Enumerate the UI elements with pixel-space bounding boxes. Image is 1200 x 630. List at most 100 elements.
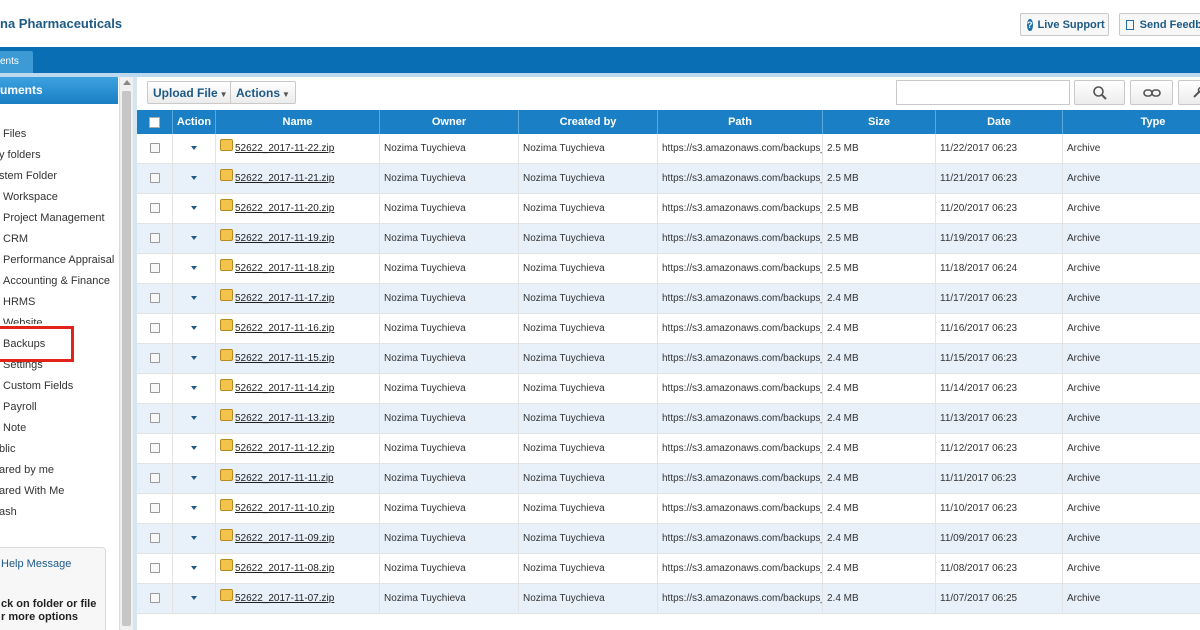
- scrollbar-thumb[interactable]: [122, 91, 131, 626]
- table-row[interactable]: 52622_2017-11-09.zip Nozima Tuychieva Nozi…: [137, 524, 1200, 554]
- tree-item-payroll[interactable]: Payroll: [3, 398, 37, 418]
- table-row[interactable]: 52622_2017-11-15.zip Nozima Tuychieva Nozi…: [137, 344, 1200, 374]
- settings-button[interactable]: [1178, 80, 1200, 105]
- file-name-link[interactable]: 52622_2017-11-21.zip: [235, 173, 334, 184]
- column-header-path[interactable]: Path: [658, 110, 823, 134]
- file-name-link[interactable]: 52622_2017-11-16.zip: [235, 323, 334, 334]
- row-checkbox[interactable]: [149, 263, 160, 274]
- table-row[interactable]: 52622_2017-11-18.zip Nozima Tuychieva Nozi…: [137, 254, 1200, 284]
- row-action-dropdown-icon[interactable]: [191, 416, 197, 421]
- table-row[interactable]: 52622_2017-11-13.zip Nozima Tuychieva Nozi…: [137, 404, 1200, 434]
- row-action-dropdown-icon[interactable]: [191, 566, 197, 571]
- file-name-link[interactable]: 52622_2017-11-17.zip: [235, 293, 334, 304]
- file-name-link[interactable]: 52622_2017-11-10.zip: [235, 503, 334, 514]
- table-row[interactable]: 52622_2017-11-08.zip Nozima Tuychieva Nozi…: [137, 554, 1200, 584]
- column-header-date[interactable]: Date: [936, 110, 1063, 134]
- file-name-link[interactable]: 52622_2017-11-12.zip: [235, 443, 334, 454]
- row-checkbox[interactable]: [149, 293, 160, 304]
- file-name-link[interactable]: 52622_2017-11-07.zip: [235, 593, 334, 604]
- sidebar-scrollbar[interactable]: [119, 77, 133, 630]
- select-all-checkbox[interactable]: [149, 116, 160, 128]
- row-action-dropdown-icon[interactable]: [191, 386, 197, 391]
- tree-item-public[interactable]: blic: [0, 440, 16, 460]
- row-action-dropdown-icon[interactable]: [191, 236, 197, 241]
- table-row[interactable]: 52622_2017-11-10.zip Nozima Tuychieva Nozi…: [137, 494, 1200, 524]
- table-row[interactable]: 52622_2017-11-07.zip Nozima Tuychieva Nozi…: [137, 584, 1200, 614]
- tree-item-website[interactable]: Website: [3, 314, 43, 324]
- file-name-link[interactable]: 52622_2017-11-08.zip: [235, 563, 334, 574]
- send-feedback-button[interactable]: Send Feedb: [1119, 13, 1200, 36]
- upload-file-button[interactable]: Upload File ▼: [147, 81, 234, 104]
- file-name-link[interactable]: 52622_2017-11-13.zip: [235, 413, 334, 424]
- row-action-dropdown-icon[interactable]: [191, 446, 197, 451]
- row-checkbox[interactable]: [149, 233, 160, 244]
- row-checkbox[interactable]: [149, 473, 160, 484]
- tree-item-workspace[interactable]: Workspace: [3, 188, 58, 208]
- row-checkbox[interactable]: [149, 443, 160, 454]
- table-row[interactable]: 52622_2017-11-12.zip Nozima Tuychieva Nozi…: [137, 434, 1200, 464]
- tree-item-shared-by-me[interactable]: ared by me: [0, 461, 54, 481]
- table-row[interactable]: 52622_2017-11-19.zip Nozima Tuychieva Nozi…: [137, 224, 1200, 254]
- tree-item-shared-with-me[interactable]: ared With Me: [0, 482, 64, 502]
- table-row[interactable]: 52622_2017-11-11.zip Nozima Tuychieva Nozi…: [137, 464, 1200, 494]
- column-header-created-by[interactable]: Created by: [519, 110, 658, 134]
- select-all-header[interactable]: [137, 110, 173, 134]
- tree-item-note[interactable]: Note: [3, 419, 26, 439]
- row-action-dropdown-icon[interactable]: [191, 146, 197, 151]
- row-action-dropdown-icon[interactable]: [191, 206, 197, 211]
- table-row[interactable]: 52622_2017-11-20.zip Nozima Tuychieva Nozi…: [137, 194, 1200, 224]
- row-checkbox[interactable]: [149, 563, 160, 574]
- row-checkbox[interactable]: [149, 323, 160, 334]
- row-action-dropdown-icon[interactable]: [191, 476, 197, 481]
- column-header-name[interactable]: Name: [216, 110, 380, 134]
- tree-item-files[interactable]: Files: [3, 125, 26, 145]
- scroll-up-arrow-icon[interactable]: [123, 80, 131, 85]
- file-name-link[interactable]: 52622_2017-11-09.zip: [235, 533, 334, 544]
- link-button[interactable]: [1130, 80, 1173, 105]
- row-checkbox[interactable]: [149, 353, 160, 364]
- search-button[interactable]: [1074, 80, 1125, 105]
- file-name-link[interactable]: 52622_2017-11-19.zip: [235, 233, 334, 244]
- tree-item-crm[interactable]: CRM: [3, 230, 28, 250]
- row-action-dropdown-icon[interactable]: [191, 536, 197, 541]
- tree-item-accounting-finance[interactable]: Accounting & Finance: [3, 272, 110, 292]
- table-row[interactable]: 52622_2017-11-16.zip Nozima Tuychieva Nozi…: [137, 314, 1200, 344]
- column-header-type[interactable]: Type: [1063, 110, 1200, 134]
- file-name-link[interactable]: 52622_2017-11-22.zip: [235, 143, 334, 154]
- tree-item-custom-fields[interactable]: Custom Fields: [3, 377, 73, 397]
- file-name-link[interactable]: 52622_2017-11-20.zip: [235, 203, 334, 214]
- row-action-dropdown-icon[interactable]: [191, 176, 197, 181]
- row-checkbox[interactable]: [149, 383, 160, 394]
- row-checkbox[interactable]: [149, 413, 160, 424]
- tree-item-my-folders[interactable]: y folders: [0, 146, 41, 166]
- column-header-size[interactable]: Size: [823, 110, 936, 134]
- row-action-dropdown-icon[interactable]: [191, 266, 197, 271]
- tree-item-performance-appraisal[interactable]: Performance Appraisal: [3, 251, 114, 271]
- tree-item-trash[interactable]: ash: [0, 503, 17, 523]
- row-checkbox[interactable]: [149, 503, 160, 514]
- actions-button[interactable]: Actions ▼: [230, 81, 296, 104]
- row-action-dropdown-icon[interactable]: [191, 326, 197, 331]
- table-row[interactable]: 52622_2017-11-21.zip Nozima Tuychieva Nozi…: [137, 164, 1200, 194]
- row-action-dropdown-icon[interactable]: [191, 356, 197, 361]
- table-row[interactable]: 52622_2017-11-14.zip Nozima Tuychieva Nozi…: [137, 374, 1200, 404]
- file-name-link[interactable]: 52622_2017-11-15.zip: [235, 353, 334, 364]
- tree-item-hrms[interactable]: HRMS: [3, 293, 35, 313]
- row-action-dropdown-icon[interactable]: [191, 596, 197, 601]
- tab-documents[interactable]: ents: [0, 51, 33, 73]
- row-checkbox[interactable]: [149, 173, 160, 184]
- table-row[interactable]: 52622_2017-11-22.zip Nozima Tuychieva Nozi…: [137, 134, 1200, 164]
- table-row[interactable]: 52622_2017-11-17.zip Nozima Tuychieva Nozi…: [137, 284, 1200, 314]
- file-name-link[interactable]: 52622_2017-11-14.zip: [235, 383, 334, 394]
- row-checkbox[interactable]: [149, 203, 160, 214]
- row-action-dropdown-icon[interactable]: [191, 506, 197, 511]
- tree-item-project-management[interactable]: Project Management: [3, 209, 105, 229]
- column-header-owner[interactable]: Owner: [380, 110, 519, 134]
- search-input[interactable]: [896, 80, 1070, 105]
- file-name-link[interactable]: 52622_2017-11-18.zip: [235, 263, 334, 274]
- live-support-button[interactable]: ? Live Support: [1020, 13, 1109, 36]
- row-action-dropdown-icon[interactable]: [191, 296, 197, 301]
- file-name-link[interactable]: 52622_2017-11-11.zip: [235, 473, 334, 484]
- row-checkbox[interactable]: [149, 533, 160, 544]
- tree-item-system-folder[interactable]: stem Folder: [0, 167, 57, 187]
